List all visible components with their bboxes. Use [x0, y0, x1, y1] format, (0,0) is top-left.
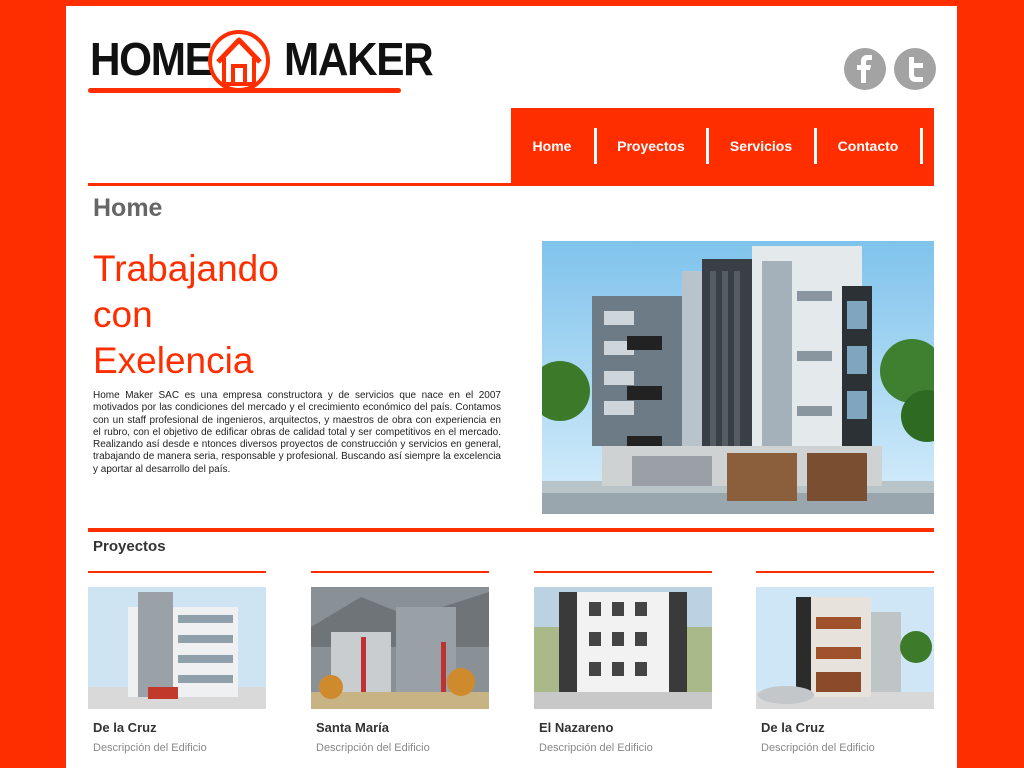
page-title: Home — [93, 194, 163, 222]
project-card[interactable]: De la Cruz Descripción del Edificio — [88, 571, 266, 754]
project-card[interactable]: De la Cruz Descripción del Edificio — [756, 571, 934, 754]
hero-headline: Trabajando con Exelencia — [93, 246, 353, 384]
project-description: Descripción del Edificio — [539, 742, 653, 754]
nav-item-servicios[interactable]: Servicios — [711, 108, 811, 184]
facebook-icon[interactable] — [844, 48, 886, 90]
project-name[interactable]: De la Cruz — [761, 720, 934, 735]
card-top-rule — [88, 571, 266, 573]
project-image[interactable] — [88, 587, 266, 709]
project-image[interactable] — [311, 587, 489, 709]
nav-separator — [706, 128, 709, 164]
card-top-rule — [534, 571, 712, 573]
project-name[interactable]: De la Cruz — [93, 720, 266, 735]
nav-separator — [594, 128, 597, 164]
hero-building-image — [542, 241, 934, 514]
nav-separator — [920, 128, 923, 164]
project-name[interactable]: Santa María — [316, 720, 489, 735]
project-card[interactable]: Santa María Descripción del Edificio — [311, 571, 489, 754]
home-maker-logo[interactable]: HOME MAKER — [88, 28, 434, 98]
logo-word-maker: MAKER — [284, 33, 434, 85]
nav-item-contacto[interactable]: Contacto — [819, 108, 917, 184]
project-name[interactable]: El Nazareno — [539, 720, 712, 735]
logo-word-home: HOME — [90, 33, 213, 85]
nav-separator — [814, 128, 817, 164]
project-description: Descripción del Edificio — [93, 742, 207, 754]
project-card[interactable]: El Nazareno Descripción del Edificio — [534, 571, 712, 754]
hero-description: Home Maker SAC es una empresa constructo… — [93, 390, 501, 475]
section-divider — [88, 528, 934, 532]
projects-title: Proyectos — [93, 538, 166, 555]
nav-item-proyectos[interactable]: Proyectos — [601, 108, 701, 184]
nav-item-home[interactable]: Home — [513, 108, 591, 184]
header-divider — [88, 183, 934, 186]
card-top-rule — [311, 571, 489, 573]
hero-headline-line: Trabajando — [93, 248, 279, 289]
hero-headline-line: con — [93, 294, 153, 335]
project-description: Descripción del Edificio — [761, 742, 875, 754]
card-top-rule — [756, 571, 934, 573]
twitter-icon[interactable] — [894, 48, 936, 90]
project-image[interactable] — [756, 587, 934, 709]
house-icon — [208, 30, 270, 92]
page-container: HOME MAKER Home Proyectos Servicios Cont… — [66, 6, 957, 768]
project-description: Descripción del Edificio — [316, 742, 430, 754]
logo-underline — [88, 88, 401, 93]
project-image[interactable] — [534, 587, 712, 709]
hero-headline-line: Exelencia — [93, 340, 254, 381]
main-navigation: Home Proyectos Servicios Contacto — [511, 108, 934, 184]
